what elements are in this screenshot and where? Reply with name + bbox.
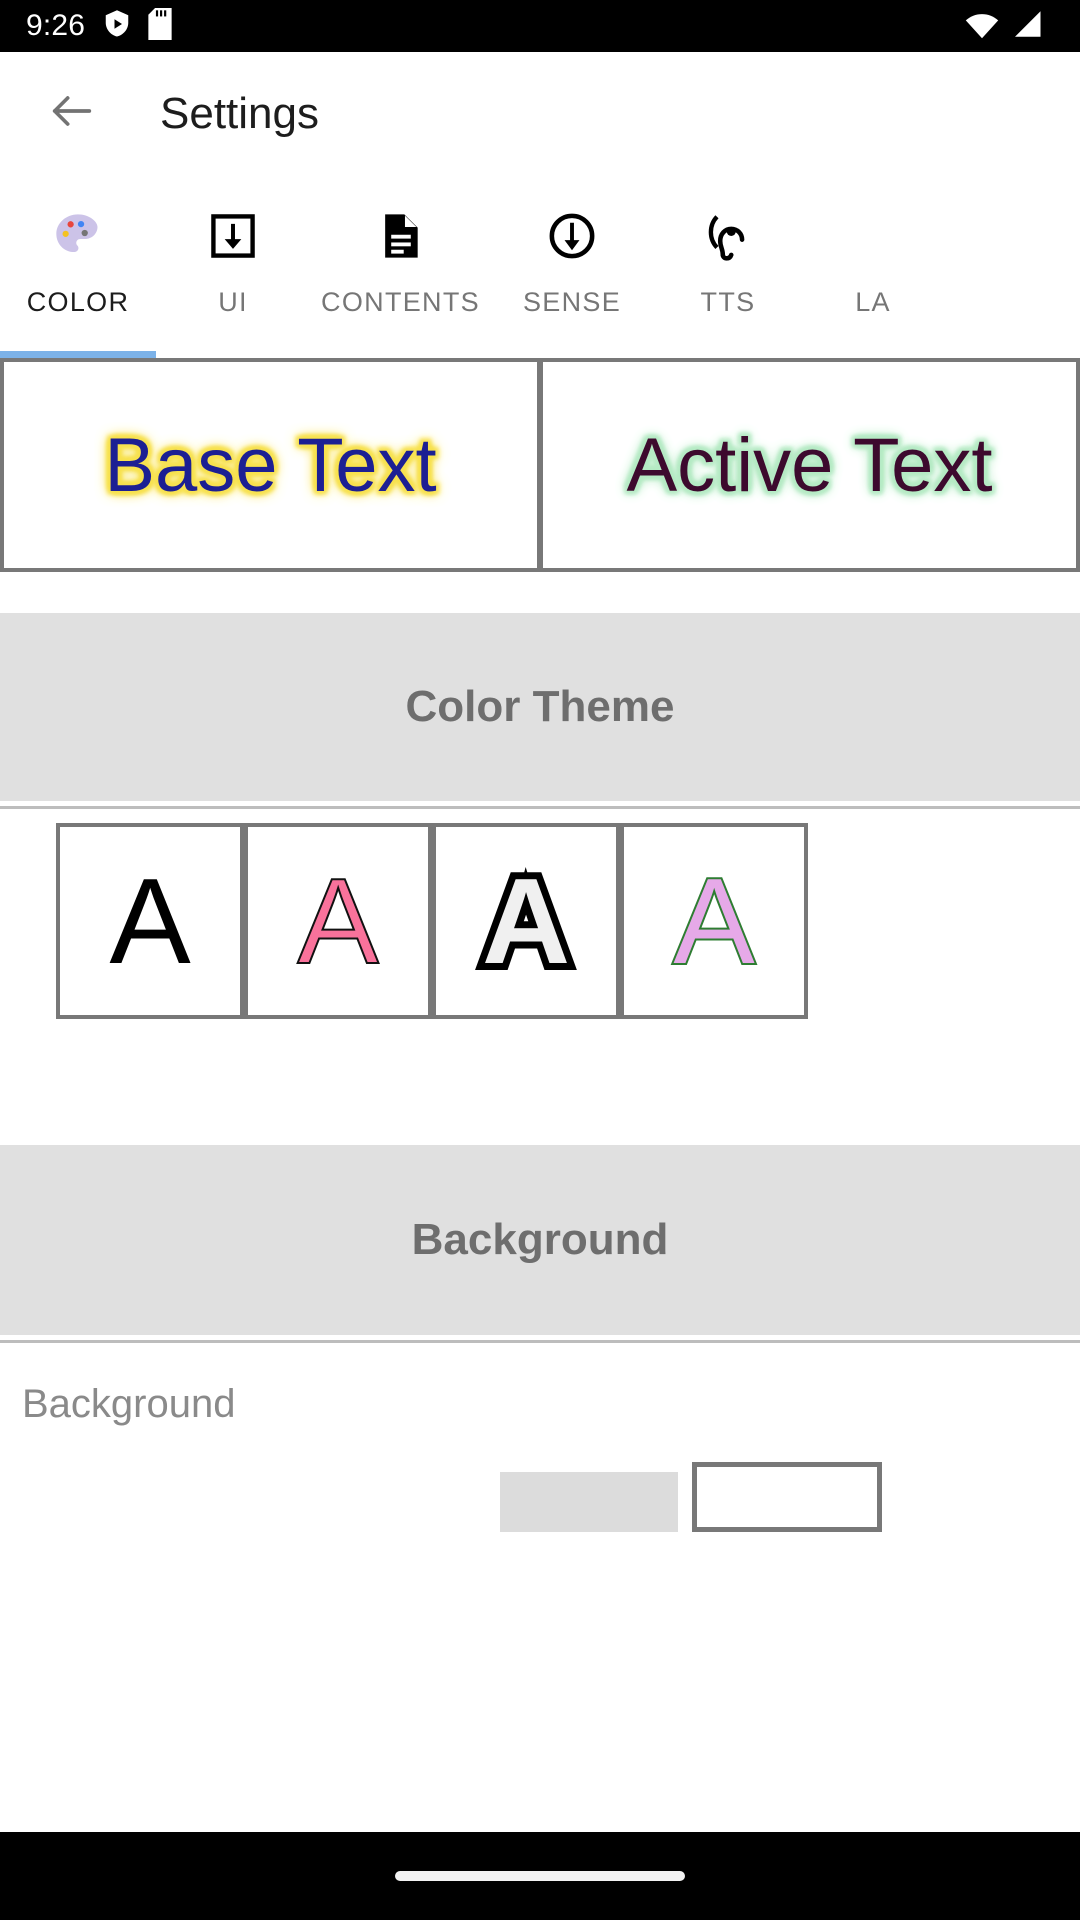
color-theme-divider [0, 806, 1080, 809]
theme-swatch-1[interactable]: A [60, 827, 240, 1015]
theme-swatch-4[interactable]: A [624, 827, 804, 1015]
status-bar-clock: 9:26 [26, 9, 86, 42]
base-text-preview-label: Base Text [104, 422, 437, 508]
page-title: Settings [160, 88, 319, 138]
status-bar-left-icons [102, 7, 172, 45]
color-theme-swatch-row: A A A A [56, 823, 808, 1019]
background-item-label: Background [22, 1382, 236, 1426]
theme-swatch-2-letter: A [296, 853, 379, 989]
back-arrow-icon [46, 85, 98, 142]
tab-ui[interactable]: UI [156, 175, 310, 358]
text-preview-strip: Base Text Active Text [0, 358, 1080, 572]
background-swatch-white[interactable] [692, 1462, 882, 1532]
theme-swatch-2[interactable]: A [248, 827, 428, 1015]
tab-label-language: LA [855, 287, 891, 317]
tab-color[interactable]: COLOR [0, 175, 156, 358]
wifi-icon [964, 9, 1000, 44]
ear-hearing-icon [702, 207, 754, 265]
sd-card-icon [148, 7, 172, 45]
tab-contents[interactable]: CONTENTS [310, 175, 491, 358]
theme-swatch-4-letter: A [671, 853, 756, 989]
status-bar-right-icons [964, 9, 1054, 44]
cellular-signal-icon [1010, 9, 1044, 44]
theme-swatch-3[interactable]: A [436, 827, 616, 1015]
theme-swatch-1-letter: A [109, 853, 191, 989]
base-text-preview[interactable]: Base Text [4, 362, 537, 568]
background-swatch-gray[interactable] [500, 1472, 678, 1532]
tab-label-ui: UI [218, 287, 248, 317]
color-theme-header-label: Color Theme [405, 682, 675, 731]
active-text-preview[interactable]: Active Text [543, 362, 1076, 568]
background-divider [0, 1340, 1080, 1343]
tab-sense[interactable]: SENSE [491, 175, 653, 358]
tab-label-color: COLOR [26, 287, 130, 317]
active-text-preview-label: Active Text [626, 422, 993, 508]
play-protect-shield-icon [102, 8, 132, 45]
theme-swatch-3-letter: A [475, 853, 577, 989]
color-theme-section-header: Color Theme [0, 613, 1080, 801]
tab-label-contents: CONTENTS [321, 287, 480, 317]
tab-label-sense: SENSE [522, 287, 622, 317]
settings-screen: 9:26 Settings COLOR UI CONTENTS SENSE TT… [0, 0, 1080, 1920]
circle-down-arrow-icon [546, 207, 598, 265]
home-indicator[interactable] [395, 1871, 685, 1881]
tab-tts[interactable]: TTS [653, 175, 803, 358]
tab-language[interactable]: LA [803, 175, 943, 358]
active-tab-indicator [0, 351, 156, 358]
color-palette-icon [52, 207, 104, 265]
download-to-box-icon [208, 207, 258, 265]
background-header-label: Background [411, 1215, 669, 1264]
app-bar: Settings [0, 52, 1080, 175]
back-button[interactable] [24, 66, 120, 162]
background-section-header: Background [0, 1145, 1080, 1335]
tab-label-tts: TTS [700, 287, 756, 317]
settings-tab-bar: COLOR UI CONTENTS SENSE TTS LA [0, 175, 1080, 358]
status-bar: 9:26 [0, 0, 1080, 52]
document-lines-icon [376, 207, 426, 265]
system-navigation-bar [0, 1832, 1080, 1920]
